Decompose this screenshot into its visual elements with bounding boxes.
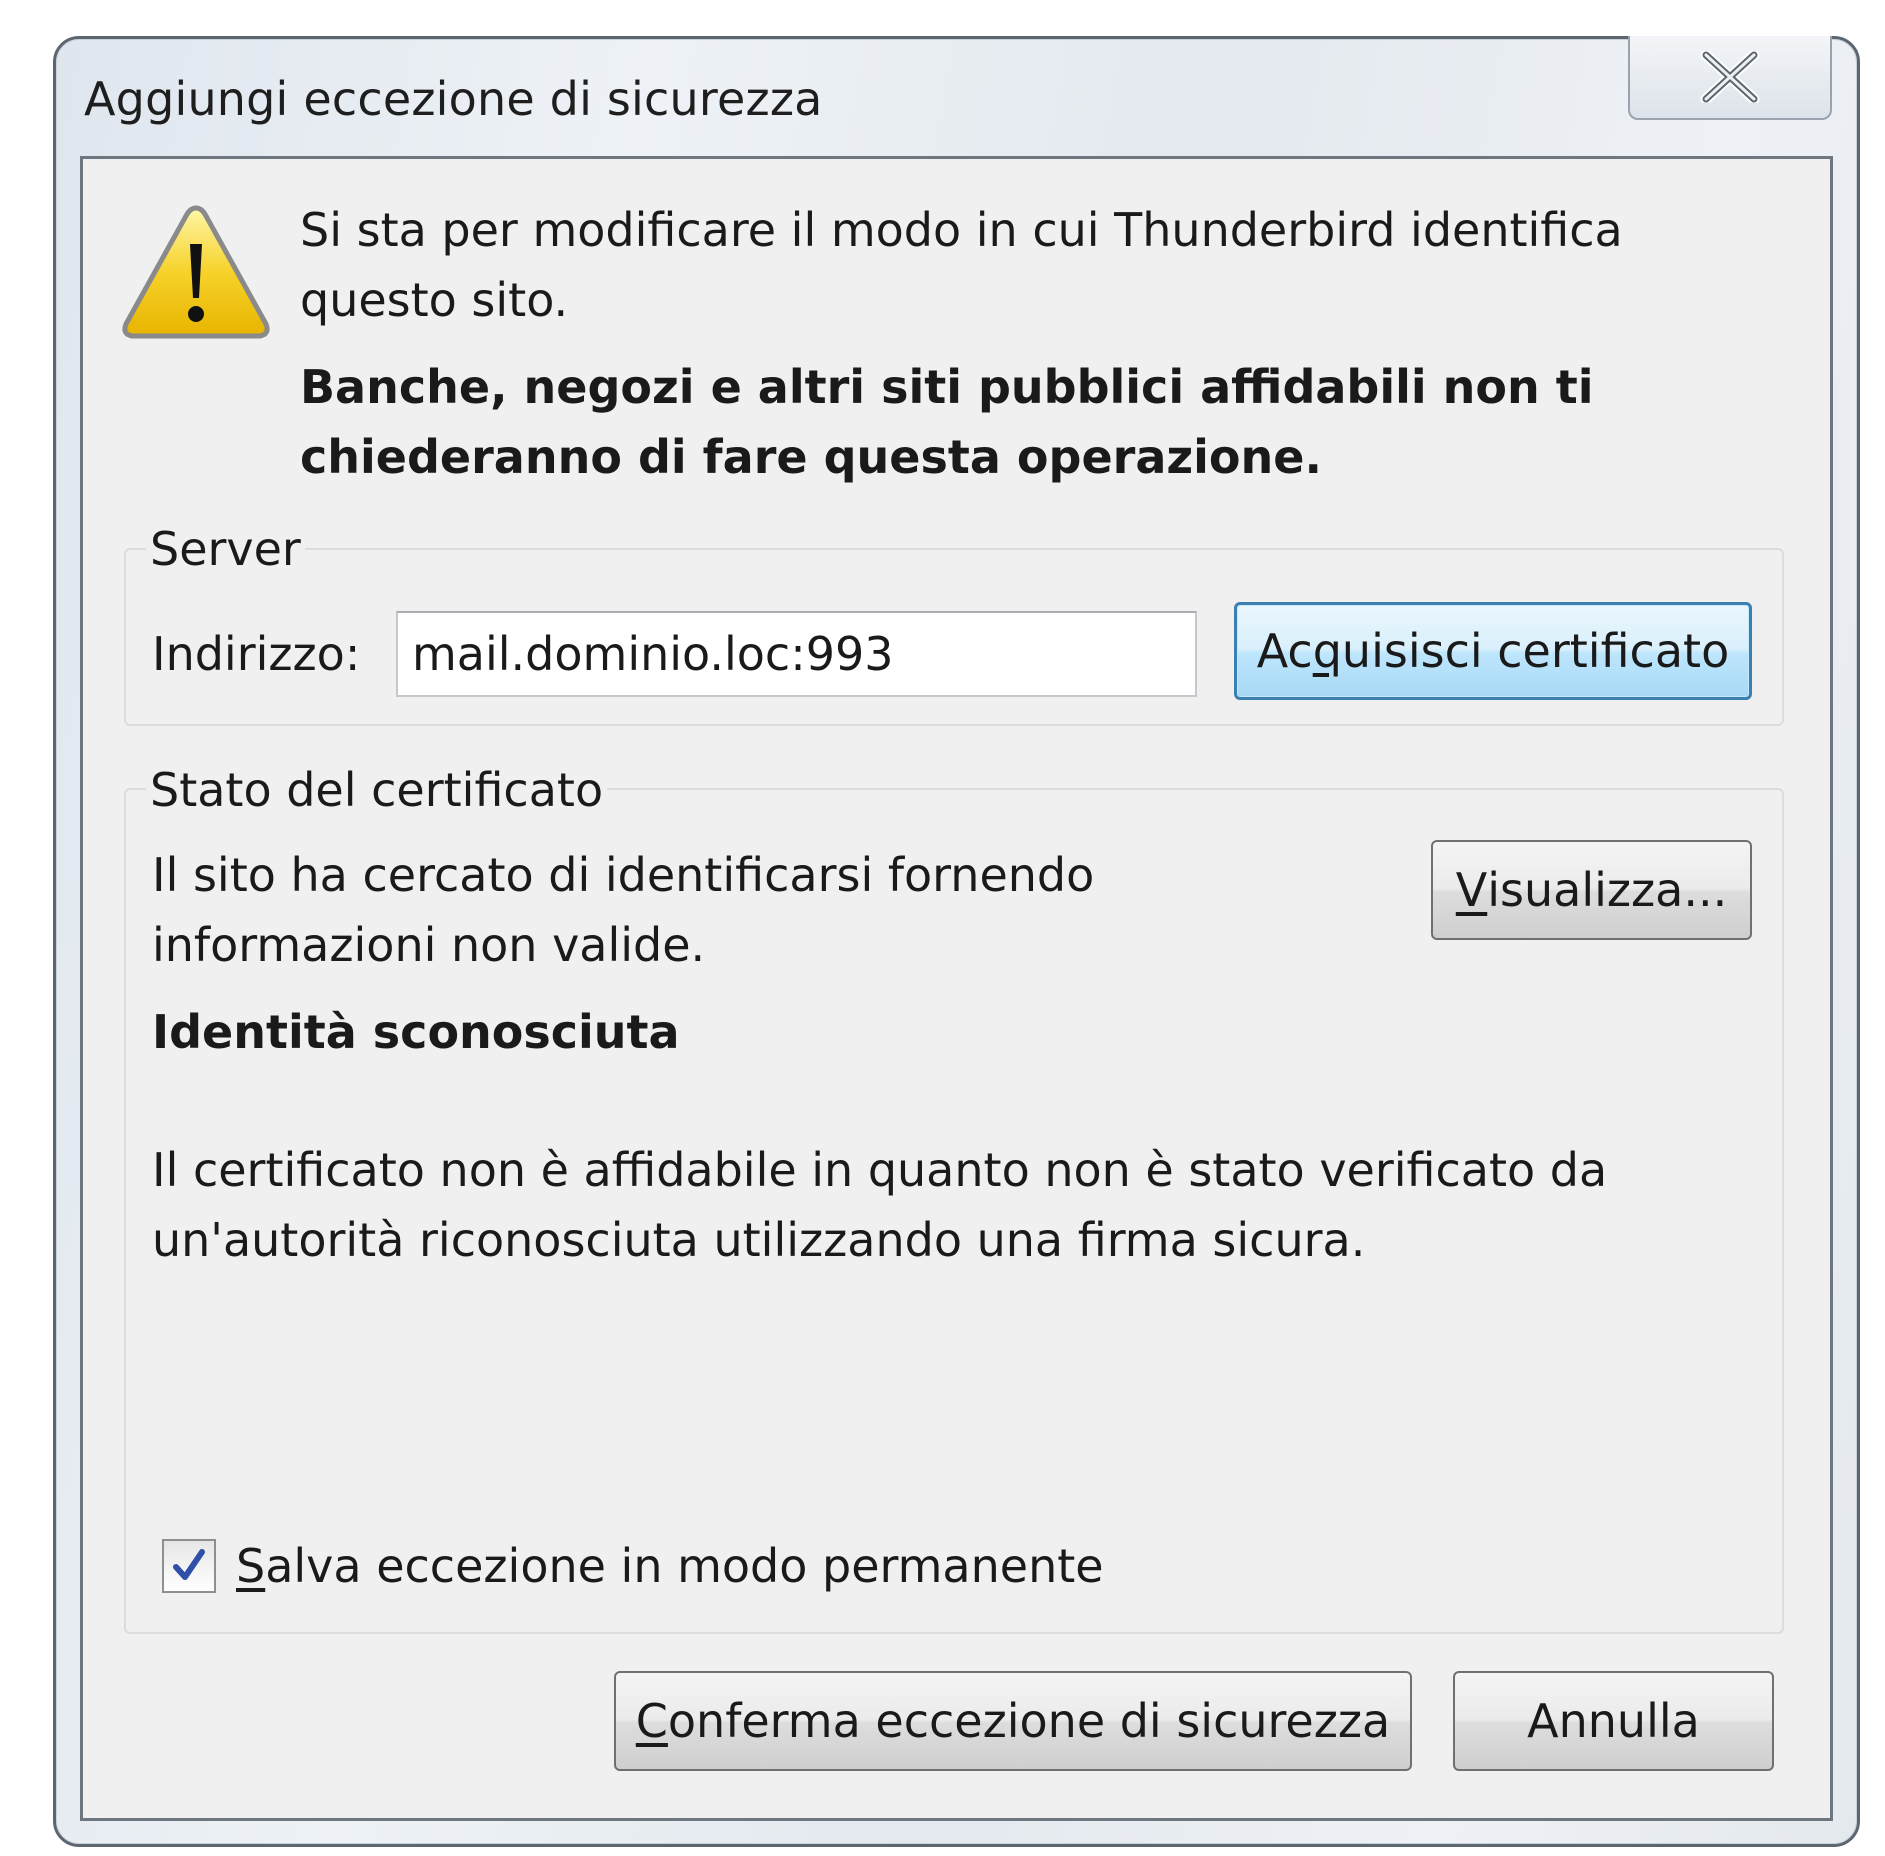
close-button[interactable]	[1628, 36, 1832, 120]
warning-triangle-icon	[122, 205, 270, 339]
server-legend: Server	[146, 521, 305, 577]
address-input[interactable]: mail.dominio.loc:993	[396, 611, 1197, 697]
checkmark-icon	[173, 1549, 205, 1580]
permanent-label-accel: S	[236, 1539, 266, 1593]
certificate-status-legend: Stato del certificato	[146, 762, 608, 818]
view-button-accel: V	[1455, 863, 1488, 917]
warning-bold-line2: chiederanno di fare questa operazione.	[300, 430, 1322, 484]
close-x-icon	[1700, 51, 1760, 103]
permanent-exception-label[interactable]: Salva eccezione in modo permanente	[236, 1531, 1104, 1601]
get-certificate-button[interactable]: Ac q uisisci certificato	[1234, 602, 1752, 700]
status-text-line2: informazioni non valide.	[152, 918, 706, 972]
confirm-button-accel: C	[635, 1694, 668, 1748]
get-certificate-label-post: uisisci certificato	[1341, 624, 1730, 678]
cancel-button[interactable]: Annulla	[1453, 1671, 1774, 1771]
warning-bold-line1: Banche, negozi e altri siti pubblici aff…	[300, 360, 1594, 414]
detail-text-line2: un'autorità riconosciuta utilizzando una…	[152, 1213, 1366, 1267]
view-certificate-button[interactable]: Visualizza...	[1431, 840, 1752, 940]
permanent-label-text: alva eccezione in modo permanente	[265, 1539, 1104, 1593]
identity-title: Identità sconosciuta	[152, 1005, 680, 1059]
view-button-label: isualizza...	[1487, 863, 1728, 917]
confirm-button-label: onferma eccezione di sicurezza	[667, 1694, 1391, 1748]
permanent-exception-checkbox[interactable]	[162, 1539, 216, 1593]
status-text-line1: Il sito ha cercato di identificarsi forn…	[152, 848, 1095, 902]
warning-text-line2: questo sito.	[300, 273, 569, 327]
warning-text-line1: Si sta per modificare il modo in cui Thu…	[300, 203, 1623, 257]
address-label: Indirizzo:	[152, 627, 361, 681]
get-certificate-label-accel: q	[1312, 624, 1342, 678]
confirm-exception-button[interactable]: Conferma eccezione di sicurezza	[614, 1671, 1412, 1771]
dialog-title: Aggiungi eccezione di sicurezza	[84, 72, 823, 126]
detail-text-line1: Il certificato non è affidabile in quant…	[152, 1143, 1608, 1197]
get-certificate-label-pre: Ac	[1256, 624, 1313, 678]
